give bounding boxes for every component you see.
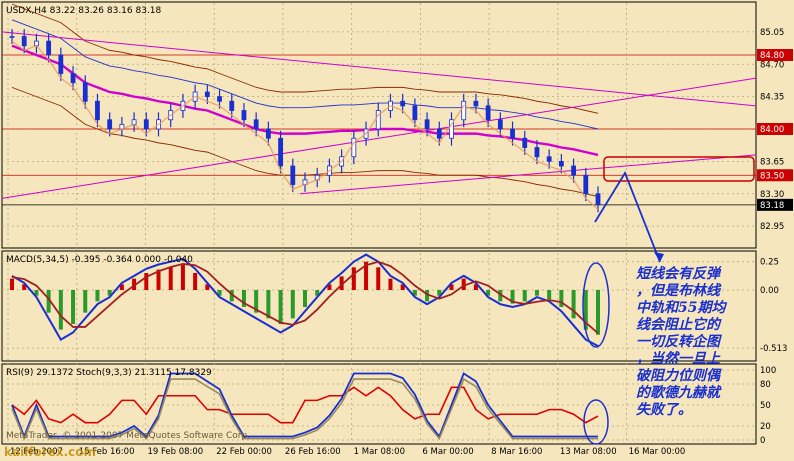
y-tick-label: 0 [760, 436, 765, 446]
annotation-line: ，但是布林线 [636, 282, 722, 299]
x-tick-label: 13 Mar 08:00 [560, 447, 617, 457]
x-tick-label: 1 Mar 08:00 [354, 447, 405, 457]
price-title: USDX,H4 83.22 83.26 83.16 83.18 [6, 6, 162, 16]
candle-body [583, 174, 589, 195]
macd-histogram-bar [303, 290, 307, 307]
candle-body [485, 105, 491, 121]
rsi-title: RSI(9) 29.1372 Stoch(9,3,3) 21.3115 17.8… [6, 368, 212, 378]
candle-body [534, 147, 540, 158]
candle-body [510, 128, 515, 139]
macd-histogram-bar [522, 290, 527, 302]
x-tick-label: 22 Feb 00:00 [216, 447, 272, 457]
candle-body [412, 105, 418, 121]
price-marker-label: 83.18 [760, 201, 784, 211]
macd-histogram-bar [180, 265, 185, 290]
candle-body [546, 156, 552, 162]
macd-histogram-bar [193, 273, 198, 290]
macd-histogram-bar [547, 290, 552, 300]
candle-body [107, 119, 113, 130]
annotation-text: 短线会有反弹 ，但是布林线 中轨和55期均 线会阻止它的 一切反转企图 ，当然一… [636, 265, 727, 418]
macd-histogram-bar [71, 290, 76, 324]
y-tick-label: 50 [760, 401, 771, 411]
y-tick-label: 84.35 [760, 93, 784, 103]
macd-histogram-bar [571, 290, 576, 319]
annotation-line: 中轨和55期均 [636, 299, 727, 316]
y-tick-label: 80 [760, 380, 771, 390]
candle-body [424, 119, 430, 130]
candle-body [95, 100, 100, 121]
candle-body [229, 100, 235, 111]
annotation-line: 线会阻止它的 [636, 316, 722, 333]
candle-body [9, 36, 15, 38]
macd-histogram-bar [290, 290, 295, 319]
macd-histogram-bar [559, 290, 564, 307]
macd-histogram-bar [83, 290, 88, 313]
y-tick-label: 0.00 [760, 286, 779, 296]
macd-histogram-bar [351, 267, 356, 290]
y-tick-label: 100 [760, 366, 776, 376]
x-tick-label: 6 Mar 00:00 [422, 447, 473, 457]
y-tick-label: 83.30 [760, 190, 784, 200]
macd-histogram-bar [388, 278, 393, 290]
x-tick-label: 16 Mar 00:00 [629, 447, 686, 457]
annotation-line: 的歌德九赫就 [636, 384, 722, 401]
candle-body [58, 54, 64, 74]
candle-body [21, 36, 27, 47]
candle-body [70, 73, 76, 84]
macd-histogram-bar [266, 290, 271, 319]
annotation-line: ，当然一旦上 [636, 350, 721, 367]
price-marker-label: 84.00 [760, 125, 784, 135]
candle-body [217, 96, 222, 102]
candle-body [278, 137, 283, 167]
y-tick-label: 20 [760, 422, 771, 432]
macd-histogram-bar [58, 290, 63, 330]
candle-body [436, 128, 442, 139]
x-tick-label: 8 Mar 16:00 [491, 447, 542, 457]
candle-body [497, 119, 503, 130]
candle-body [461, 100, 467, 121]
x-tick-label: 26 Feb 16:00 [285, 447, 341, 457]
annotation-line: 短线会有反弹 [636, 265, 722, 282]
candle-body [265, 128, 271, 139]
macd-histogram-bar [534, 290, 539, 296]
candle-body [204, 91, 210, 98]
chart-stage: 85.05 84.70 84.35 84.00 83.65 83.30 82.95 84.80… [1, 1, 793, 459]
price-marker-label: 83.50 [760, 171, 784, 181]
macd-histogram-bar [278, 290, 283, 324]
candle-body [82, 82, 88, 102]
y-axis-ticks: 85.05 84.70 84.35 84.00 83.65 83.30 82.95 84.80… [757, 28, 793, 446]
y-tick-label: -0.513 [760, 344, 787, 354]
annotation-line: 一切反转企图 [636, 333, 722, 350]
macd-histogram-bar [596, 290, 600, 335]
copyright-text: MetaTrader, © 2001-2007 MetaQuotes Softw… [6, 431, 250, 441]
macd-histogram-bar [10, 278, 14, 290]
annotation-line: 失败了。 [636, 401, 692, 418]
candle-body [46, 40, 52, 56]
candle-body [558, 160, 564, 167]
x-axis-ticks: 12 Feb 2007 15 Feb 16:00 19 Feb 08:00 22 Fe… [10, 447, 685, 457]
candle-body [253, 119, 259, 130]
annotation-line: 破阻力位则偶 [636, 367, 722, 384]
candle-body [290, 165, 296, 185]
candle-body [241, 110, 247, 121]
macd-title: MACD(5,34,5) -0.395 -0.364 0.000 -0.040 [6, 255, 193, 265]
candle-body [400, 100, 406, 107]
price-marker-label: 84.80 [760, 51, 784, 61]
x-tick-label: 19 Feb 08:00 [147, 447, 203, 457]
y-tick-label: 84.70 [760, 60, 784, 70]
macd-histogram-bar [168, 267, 173, 290]
y-tick-label: 83.65 [760, 157, 784, 167]
watermark-text: kailforex.com [4, 445, 96, 459]
candle-body [595, 193, 601, 206]
candle-body [473, 100, 479, 107]
candle-body [143, 119, 149, 130]
macd-histogram-bar [376, 267, 381, 290]
y-tick-label: 85.05 [760, 28, 784, 38]
candle-body [571, 165, 576, 176]
candle-body [522, 137, 528, 148]
y-tick-label: 82.95 [760, 222, 784, 232]
y-tick-label: 0.25 [760, 258, 779, 268]
macd-histogram-bar [95, 290, 100, 302]
